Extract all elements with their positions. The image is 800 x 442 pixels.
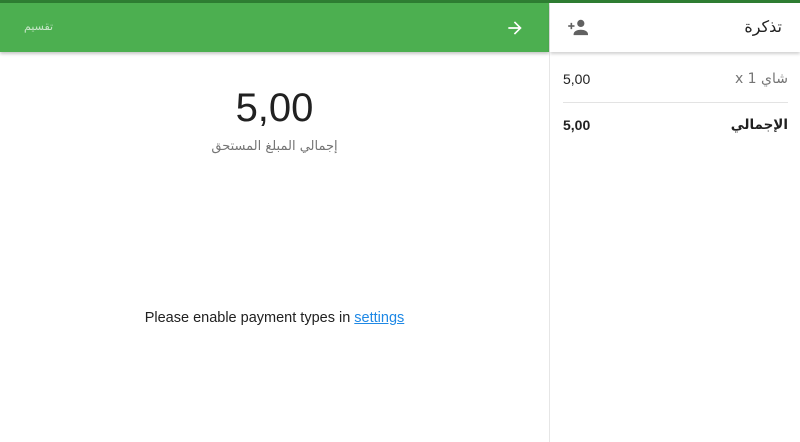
add-person-icon[interactable] xyxy=(568,18,590,36)
payment-types-message-text: Please enable payment types in xyxy=(144,310,355,326)
arrow-right-icon[interactable] xyxy=(505,18,525,38)
ticket-item-price: 5,00 xyxy=(563,71,591,87)
split-button[interactable]: تقسيم xyxy=(24,20,53,33)
ticket-pane: تذكرة شاي x 1 5,00 الإجمالي 5,00 xyxy=(550,3,800,442)
payment-app-bar: تقسيم xyxy=(0,3,549,52)
ticket-title: تذكرة xyxy=(744,17,782,36)
ticket-total-label: الإجمالي xyxy=(730,117,788,133)
settings-link[interactable]: settings xyxy=(354,310,404,326)
ticket-item-name: شاي x 1 xyxy=(734,71,788,87)
payment-pane: تقسيم 5,00 إجمالي المبلغ المستحق Please … xyxy=(0,3,549,442)
ticket-item-row[interactable]: شاي x 1 5,00 xyxy=(563,55,788,103)
payment-types-message: Please enable payment types in settings xyxy=(0,310,549,326)
ticket-header: تذكرة xyxy=(550,3,800,52)
ticket-total-price: 5,00 xyxy=(563,117,591,133)
amount-due-caption: إجمالي المبلغ المستحق xyxy=(211,139,338,154)
amount-due: 5,00 xyxy=(235,86,314,130)
ticket-total-row: الإجمالي 5,00 xyxy=(563,103,788,151)
